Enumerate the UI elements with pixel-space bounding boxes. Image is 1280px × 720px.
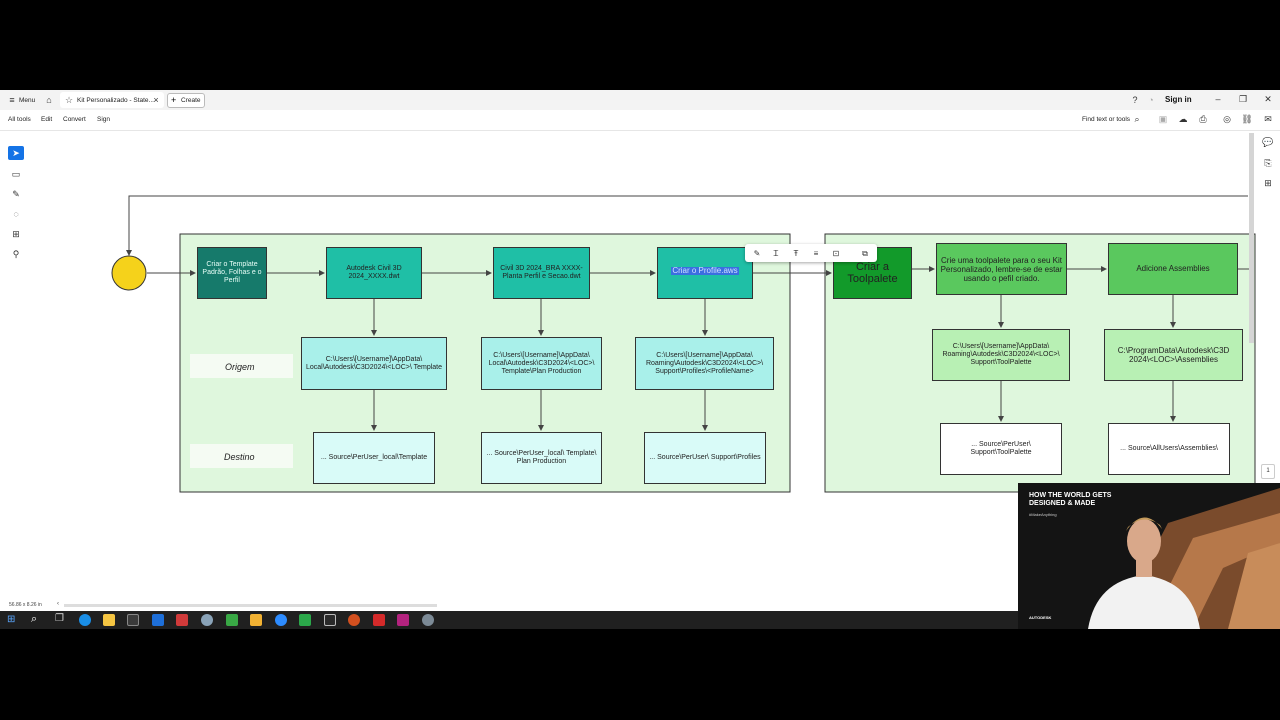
save-icon[interactable]: ▣ (1157, 114, 1169, 124)
comment-tool-icon[interactable]: ▭ (8, 167, 24, 181)
node-origin-4[interactable]: C:\Users\[Username]\AppData\ Roaming\Aut… (932, 329, 1070, 381)
origem-label: Origem (225, 362, 255, 372)
node-dest-5[interactable]: ... Source\AllUsers\Assemblies\ (1108, 423, 1230, 475)
node-origin-5[interactable]: C:\ProgramData\Autodesk\C3D 2024\<LOC>\A… (1104, 329, 1243, 381)
video-headline-1: HOW THE WORLD GETS (1029, 492, 1112, 499)
draw-tool-icon[interactable]: ✎ (8, 187, 24, 201)
settings-app-icon[interactable] (422, 614, 434, 626)
node-assemblies[interactable]: Adicione Assemblies (1108, 243, 1238, 295)
insert-text-icon[interactable]: ⊡ (830, 248, 842, 260)
edge-browser-icon[interactable] (79, 614, 91, 626)
mail-icon[interactable]: ✉ (1262, 114, 1274, 124)
main-toolbar: All tools Edit Convert Sign Find text or… (0, 110, 1280, 131)
comments-panel-icon[interactable]: 💬 (1262, 137, 1274, 147)
sign-in-link[interactable]: Sign in (1165, 95, 1192, 104)
left-tool-rail: ➤ ▭ ✎ ◌ ⊞ ⚲ (0, 131, 30, 609)
horizontal-scrollbar[interactable] (64, 604, 437, 607)
stamp-tool-icon[interactable]: ⚲ (8, 247, 24, 261)
node-dest-4[interactable]: ... Source\PerUser\ Support\ToolPalette (940, 423, 1062, 475)
start-node (111, 255, 147, 291)
page-number-indicator[interactable]: 1 (1261, 464, 1275, 479)
node-dest-1[interactable]: ... Source\PerUser_local\Template (313, 432, 435, 484)
copy-icon[interactable]: ⧉ (859, 248, 871, 260)
page-size-label: 56.86 x 8.26 in (9, 602, 42, 608)
civil3d-app-icon[interactable] (299, 614, 311, 626)
window-titlebar: ≡ Menu ⌂ ☆ Kit Personalizado - State... … (0, 90, 1280, 111)
taskbar-search-icon[interactable]: ⌕ (31, 613, 37, 625)
node-dest-3[interactable]: ... Source\PerUser\ Support\Profiles (644, 432, 766, 484)
sign-menu[interactable]: Sign (97, 116, 110, 123)
notes-app-icon[interactable] (250, 614, 262, 626)
task-view-icon[interactable]: ❐ (55, 613, 64, 625)
file-explorer-icon[interactable] (103, 614, 115, 626)
edit-menu[interactable]: Edit (41, 116, 52, 123)
autodesk-logo: AUTODESK (1029, 615, 1052, 620)
select-tool-icon[interactable]: ➤ (8, 146, 24, 160)
menu-label[interactable]: Menu (19, 97, 35, 104)
camtasia-app-icon[interactable] (397, 614, 409, 626)
strikethrough-icon[interactable]: Ŧ (790, 248, 802, 260)
close-window-icon[interactable]: ✕ (1262, 94, 1274, 104)
calendar-app-icon[interactable] (176, 614, 188, 626)
node-dwt2[interactable]: Civil 3D 2024_BRA XXXX-Planta Perfil e S… (493, 247, 590, 299)
node-dest-2[interactable]: ... Source\PerUser_local\ Template\ Plan… (481, 432, 602, 484)
node-profile-selected-text[interactable]: Criar o Profile.aws (671, 267, 739, 275)
zoom-app-icon[interactable] (275, 614, 287, 626)
video-headline-2: DESIGNED & MADE (1029, 500, 1096, 507)
text-select-tool-icon[interactable]: ⊞ (8, 227, 24, 241)
mail-app-icon[interactable] (152, 614, 164, 626)
store-icon[interactable] (127, 614, 139, 626)
restore-icon[interactable]: ❐ (1237, 94, 1249, 104)
ai-assistant-icon[interactable]: ◎ (1221, 114, 1233, 124)
lasso-tool-icon[interactable]: ◌ (8, 207, 24, 221)
bell-icon[interactable]: ◔ (1145, 95, 1157, 105)
link-icon[interactable]: ⛓ (1241, 114, 1253, 124)
tab-title: Kit Personalizado - State... (77, 97, 154, 104)
convert-menu[interactable]: Convert (63, 116, 86, 123)
thumbnails-panel-icon[interactable]: ⊞ (1262, 178, 1274, 188)
plus-icon: + (171, 95, 177, 105)
node-origin-2[interactable]: C:\Users\[Username]\AppData\ Local\Autod… (481, 337, 602, 390)
search-icon[interactable]: ⌕ (1131, 114, 1143, 124)
node-origin-3[interactable]: C:\Users\[Username]\AppData\ Roaming\Aut… (635, 337, 774, 390)
replace-text-icon[interactable]: ≡ (810, 248, 822, 260)
text-cursor-icon[interactable]: Ꮖ (770, 248, 782, 260)
minimize-icon[interactable]: – (1212, 94, 1224, 104)
webcam-video-overlay: HOW THE WORLD GETS DESIGNED & MADE #Make… (1018, 483, 1280, 629)
capture-app-icon[interactable] (324, 614, 336, 626)
excel-app-icon[interactable] (226, 614, 238, 626)
create-label: Create (181, 97, 201, 104)
help-icon[interactable]: ? (1129, 95, 1141, 105)
node-create-toolpalete[interactable]: Crie uma toolpalete para o seu Kit Perso… (936, 243, 1067, 295)
hamburger-menu-icon[interactable]: ≡ (6, 95, 18, 105)
vertical-scrollbar[interactable] (1249, 133, 1254, 343)
node-dwt1[interactable]: Autodesk Civil 3D 2024_XXXX.dwt (326, 247, 422, 299)
node-template[interactable]: Criar o Template Padrão, Folhas e o Perf… (197, 247, 267, 299)
bookmark-panel-icon[interactable]: ⎘ (1262, 158, 1274, 168)
find-tools-input[interactable]: Find text or tools (1082, 116, 1130, 123)
video-hashtag: #MakeAnything (1029, 512, 1057, 517)
presenter-face (1127, 519, 1161, 563)
windows-start-icon[interactable]: ⊞ (7, 614, 15, 626)
cloud-upload-icon[interactable]: ☁ (1177, 114, 1189, 124)
collapse-chevron-icon[interactable]: ‹ (57, 601, 59, 607)
destino-label: Destino (224, 452, 255, 462)
cloud-app-icon[interactable] (201, 614, 213, 626)
print-icon[interactable]: ⎙ (1197, 114, 1209, 124)
node-origin-1[interactable]: C:\Users\[Username]\AppData\ Local\Autod… (301, 337, 447, 390)
all-tools-menu[interactable]: All tools (8, 116, 31, 123)
home-icon[interactable]: ⌂ (43, 95, 55, 105)
powerpoint-app-icon[interactable] (348, 614, 360, 626)
close-tab-icon[interactable]: × (150, 95, 162, 105)
acrobat-app-icon[interactable] (373, 614, 385, 626)
create-button[interactable]: + Create (167, 93, 205, 108)
star-icon[interactable]: ☆ (63, 95, 75, 105)
node-profile[interactable]: Criar o Profile.aws (657, 247, 753, 299)
tab-document[interactable]: ☆ Kit Personalizado - State... × (60, 92, 164, 108)
pencil-icon[interactable]: ✎ (751, 248, 763, 260)
